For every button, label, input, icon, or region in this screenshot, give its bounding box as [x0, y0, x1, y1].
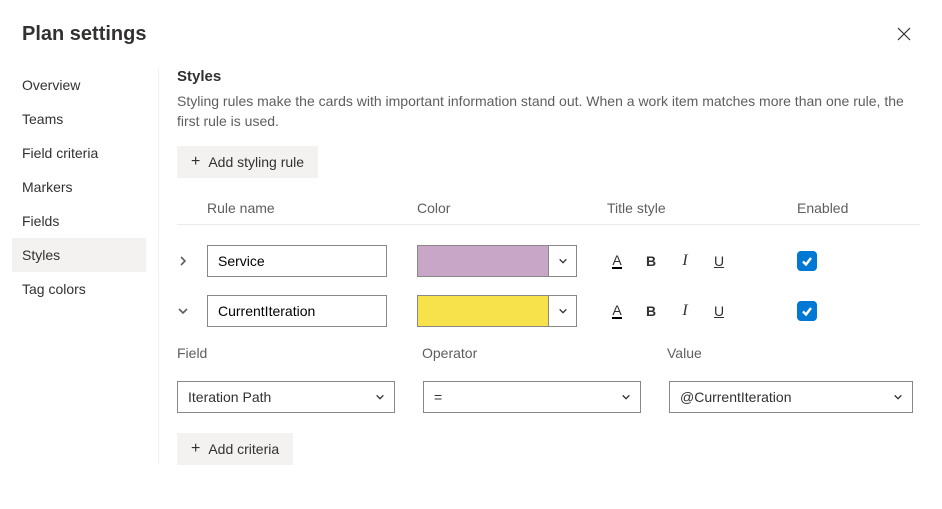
criteria-header-value: Value	[667, 345, 920, 361]
chevron-down-icon	[558, 256, 568, 266]
criteria-operator-value: =	[434, 389, 612, 405]
italic-button[interactable]: I	[675, 252, 695, 270]
sidebar-item-field-criteria[interactable]: Field criteria	[22, 136, 158, 170]
bold-button[interactable]: B	[641, 303, 661, 319]
chevron-down-icon	[177, 305, 189, 317]
title-style-group: A B I U	[607, 302, 797, 320]
add-criteria-button[interactable]: + Add criteria	[177, 433, 293, 465]
chevron-down-icon	[621, 392, 631, 402]
close-icon	[897, 27, 911, 41]
rule-color-dropdown[interactable]	[417, 295, 577, 327]
close-button[interactable]	[888, 18, 920, 50]
enabled-checkbox[interactable]	[797, 301, 817, 321]
enabled-checkbox[interactable]	[797, 251, 817, 271]
sidebar-item-markers[interactable]: Markers	[22, 170, 158, 204]
chevron-down-icon	[558, 306, 568, 316]
criteria-field-value: Iteration Path	[188, 389, 366, 405]
rule-name-input[interactable]	[207, 245, 387, 277]
section-description: Styling rules make the cards with import…	[177, 91, 917, 132]
plus-icon: +	[191, 154, 200, 170]
sidebar-item-styles[interactable]: Styles	[12, 238, 146, 272]
collapse-toggle[interactable]	[177, 305, 207, 317]
italic-button[interactable]: I	[675, 302, 695, 320]
criteria-field-select[interactable]: Iteration Path	[177, 381, 395, 413]
criteria-header-operator: Operator	[422, 345, 667, 361]
bold-button[interactable]: B	[641, 253, 661, 269]
column-header-enabled: Enabled	[797, 200, 877, 216]
sidebar-item-fields[interactable]: Fields	[22, 204, 158, 238]
check-icon	[801, 255, 813, 267]
title-style-group: A B I U	[607, 252, 797, 270]
chevron-right-icon	[177, 255, 189, 267]
color-swatch	[418, 296, 548, 326]
expand-toggle[interactable]	[177, 255, 207, 267]
plus-icon: +	[191, 441, 200, 457]
sidebar: Overview Teams Field criteria Markers Fi…	[22, 68, 158, 465]
add-styling-rule-button[interactable]: + Add styling rule	[177, 146, 318, 178]
chevron-down-icon	[893, 392, 903, 402]
rule-row: A B I U	[177, 245, 920, 277]
text-color-button[interactable]: A	[607, 252, 627, 269]
color-swatch	[418, 246, 548, 276]
criteria-value-value: @CurrentIteration	[680, 389, 884, 405]
rule-row: A B I U	[177, 295, 920, 327]
section-title: Styles	[177, 68, 920, 85]
page-title: Plan settings	[22, 23, 146, 46]
rule-name-input[interactable]	[207, 295, 387, 327]
sidebar-item-overview[interactable]: Overview	[22, 68, 158, 102]
criteria-header-field: Field	[177, 345, 422, 361]
add-styling-rule-label: Add styling rule	[208, 154, 304, 170]
criteria-value-select[interactable]: @CurrentIteration	[669, 381, 913, 413]
column-header-color: Color	[417, 200, 607, 216]
criteria-operator-select[interactable]: =	[423, 381, 641, 413]
underline-button[interactable]: U	[709, 303, 729, 319]
rule-color-dropdown[interactable]	[417, 245, 577, 277]
add-criteria-label: Add criteria	[208, 441, 279, 457]
column-header-title-style: Title style	[607, 200, 797, 216]
chevron-down-icon	[375, 392, 385, 402]
text-color-button[interactable]: A	[607, 302, 627, 319]
underline-button[interactable]: U	[709, 253, 729, 269]
sidebar-item-tag-colors[interactable]: Tag colors	[22, 272, 158, 306]
column-header-rule-name: Rule name	[207, 200, 417, 216]
sidebar-item-teams[interactable]: Teams	[22, 102, 158, 136]
check-icon	[801, 305, 813, 317]
